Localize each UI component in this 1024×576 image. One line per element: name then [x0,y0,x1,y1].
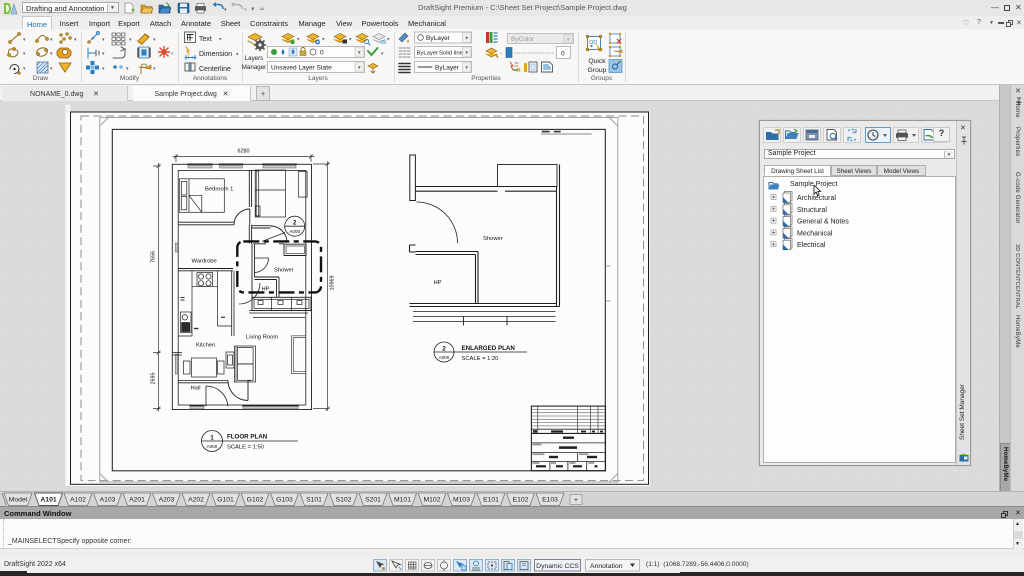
svg-text:ENLARGED PLAN: ENLARGED PLAN [462,345,516,352]
svg-text:▾: ▾ [244,7,247,13]
svg-text:▾: ▾ [102,51,105,57]
svg-text:▾: ▾ [74,37,77,43]
svg-text:ByColor: ByColor [511,36,535,43]
svg-text:M103: M103 [453,497,470,504]
svg-text:Layers: Layers [245,55,264,62]
svg-text:FLOOR PLAN: FLOOR PLAN [227,434,268,441]
svg-text:Annotation: Annotation [590,563,623,570]
svg-text:▾: ▾ [50,37,53,43]
svg-text:Group: Group [588,67,607,74]
svg-text:SCALE = 1:50: SCALE = 1:50 [227,445,264,451]
svg-text:Structural: Structural [797,207,827,214]
svg-text:Manager: Manager [242,64,266,71]
svg-text:2695: 2695 [151,373,157,385]
svg-text:-: - [500,51,502,57]
svg-text:ByLayer: ByLayer [426,35,451,42]
svg-text:▾: ▾ [50,66,53,72]
svg-text:▾: ▾ [153,37,156,43]
svg-text:▾: ▾ [224,7,227,13]
svg-text:Text: Text [199,36,212,43]
svg-text:ByLayer: ByLayer [417,51,439,57]
svg-text:10969: 10969 [330,276,336,291]
svg-text:▾: ▾ [23,51,26,57]
svg-text:▾: ▾ [236,52,239,58]
svg-text:▼: ▼ [357,65,361,70]
svg-text:▼: ▼ [465,36,469,41]
svg-text:Dimension: Dimension [199,51,232,58]
svg-text:Model: Model [9,497,28,504]
svg-text:▾: ▾ [153,66,156,72]
svg-text:A000: A000 [439,355,450,360]
svg-text:HP: HP [262,287,270,293]
svg-text:6280: 6280 [238,149,250,155]
svg-text:E103: E103 [542,497,558,504]
svg-text:SCALE = 1:20: SCALE = 1:20 [462,356,499,362]
svg-text:▾: ▾ [126,66,129,72]
svg-text:HP: HP [434,280,442,286]
svg-text:7656: 7656 [151,251,157,263]
svg-text:M102: M102 [423,497,440,504]
svg-text:Centerline: Centerline [199,66,231,73]
svg-text:Dynamic CCS: Dynamic CCS [536,563,579,570]
svg-text:Living Room: Living Room [246,335,278,341]
svg-text:▾: ▾ [219,37,222,43]
svg-text:Quick: Quick [588,58,606,65]
svg-text:Architectural: Architectural [797,195,836,202]
svg-text:≂: ≂ [259,6,265,13]
svg-text:Electrical: Electrical [797,242,826,249]
svg-text:▾: ▾ [349,37,352,43]
svg-text:▾: ▾ [297,37,300,43]
svg-text:S101: S101 [306,497,322,504]
svg-text:▾: ▾ [381,51,384,57]
svg-text:▾: ▾ [251,6,255,13]
svg-text:A201: A201 [129,497,145,504]
svg-text:▼: ▼ [465,65,469,70]
svg-text:▾: ▾ [387,37,390,43]
svg-text:0: 0 [561,51,565,58]
svg-text:G102: G102 [247,497,264,504]
svg-text:Shower: Shower [274,268,294,274]
svg-text:▼: ▼ [357,50,361,55]
svg-text:Bedroom 1: Bedroom 1 [205,187,233,193]
svg-text:+: + [574,497,578,504]
svg-text:A203: A203 [159,497,175,504]
svg-text:▼: ▼ [566,37,570,42]
svg-text:▾: ▾ [171,51,174,57]
svg-text:Hall: Hall [191,386,201,392]
svg-text:▼: ▼ [465,50,469,55]
svg-text:A103: A103 [100,497,116,504]
svg-text:G103: G103 [276,497,293,504]
svg-text:A101: A101 [40,497,56,504]
svg-text:▾: ▾ [102,66,105,72]
svg-text:▾: ▾ [129,37,132,43]
svg-text:0: 0 [320,50,324,57]
svg-text:M101: M101 [394,497,411,504]
svg-text:A102: A102 [70,497,86,504]
svg-text:▾: ▾ [322,37,325,43]
svg-text:▾: ▾ [23,37,26,43]
svg-text:S201: S201 [365,497,381,504]
svg-text:E102: E102 [513,497,529,504]
svg-text:S102: S102 [336,497,352,504]
svg-text:Kitchen: Kitchen [196,343,215,349]
svg-text:G101: G101 [217,497,234,504]
svg-text:▾: ▾ [23,66,26,72]
svg-text:Shower: Shower [483,236,503,242]
svg-text:E101: E101 [483,497,499,504]
svg-text:A000: A000 [207,444,218,449]
svg-text:R: R [517,68,521,74]
svg-text:Mechanical: Mechanical [797,230,833,237]
svg-text:General & Notes: General & Notes [797,219,849,226]
svg-text:Unsaved Layer State: Unsaved Layer State [271,65,332,72]
svg-text:Wardrobe: Wardrobe [192,259,217,265]
svg-text:Solid line: Solid line [439,51,464,57]
svg-text:▾: ▾ [102,37,105,43]
svg-text:▾: ▾ [50,51,53,57]
svg-text:A000: A000 [289,229,300,234]
svg-text:ByLayer: ByLayer [435,65,460,72]
svg-text:A202: A202 [188,497,204,504]
